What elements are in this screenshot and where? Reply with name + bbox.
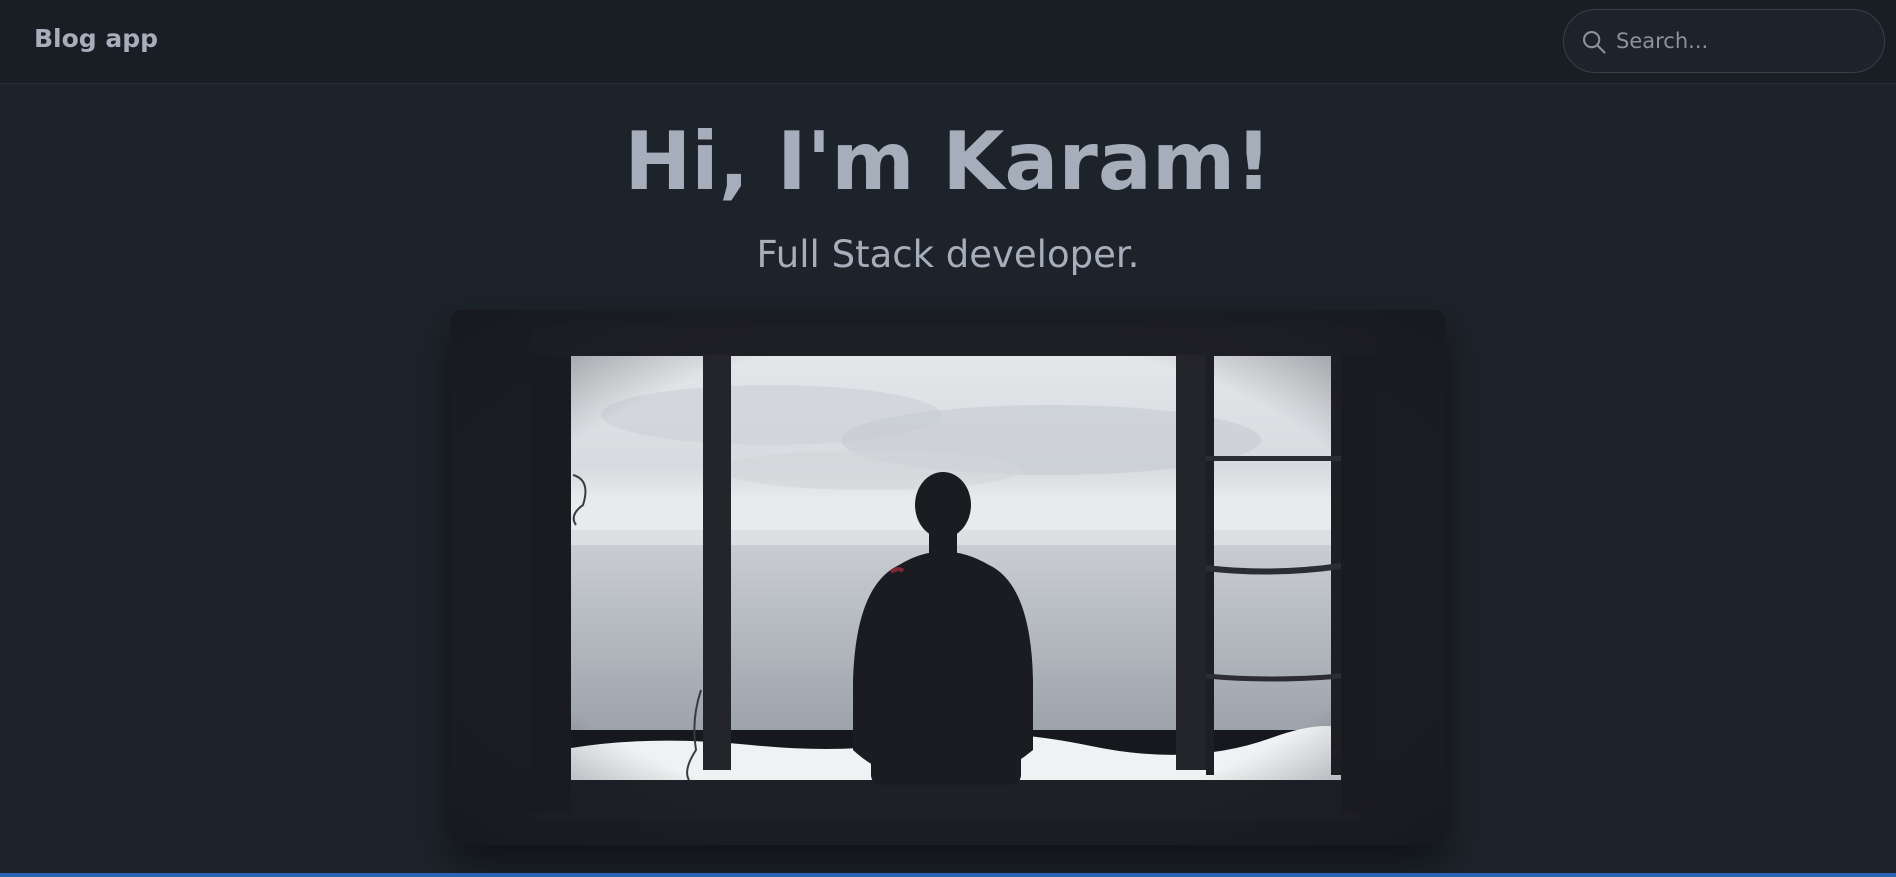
bottom-accent-strip bbox=[0, 873, 1896, 877]
hero-image bbox=[451, 310, 1445, 845]
hero-subtitle: Full Stack developer. bbox=[756, 233, 1140, 276]
search-icon bbox=[1583, 31, 1606, 54]
hero-photo bbox=[451, 310, 1445, 845]
search-box[interactable] bbox=[1563, 9, 1885, 73]
search-input[interactable] bbox=[1616, 18, 1872, 64]
navbar: Blog app bbox=[0, 0, 1896, 84]
hero-title: Hi, I'm Karam! bbox=[624, 115, 1272, 208]
brand-logo-link[interactable]: Blog app bbox=[34, 24, 158, 53]
